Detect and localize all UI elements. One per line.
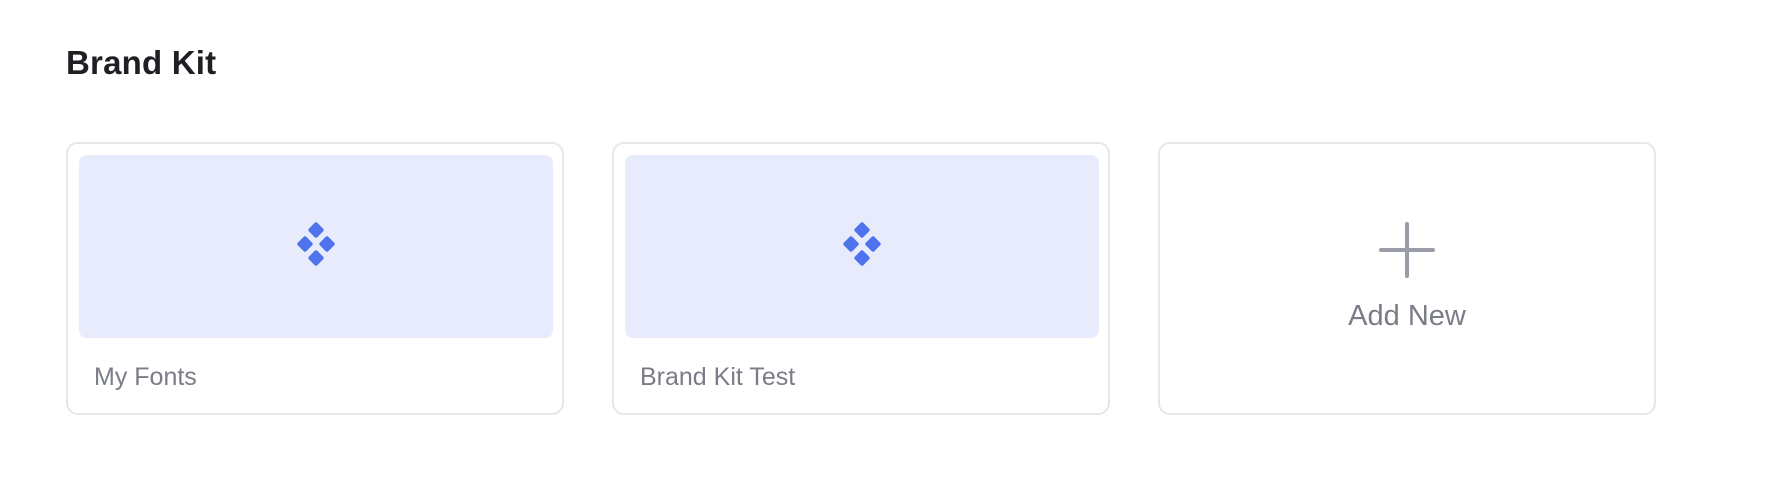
plus-icon [1378,221,1436,284]
brand-kit-page: Brand Kit My Fonts Brand Kit Test Add Ne… [0,0,1780,492]
brand-kit-card-brand-kit-test[interactable]: Brand Kit Test [612,142,1110,415]
add-new-card-button[interactable]: Add New [1158,142,1656,415]
card-label: My Fonts [94,363,197,391]
add-new-label: Add New [1348,299,1466,332]
card-thumbnail [625,155,1099,338]
diamond-grid-icon [839,221,885,272]
brand-kit-card-my-fonts[interactable]: My Fonts [66,142,564,415]
card-thumbnail [79,155,553,338]
section-title: Brand Kit [66,44,217,81]
diamond-grid-icon [293,221,339,272]
brand-kit-card-list: My Fonts Brand Kit Test Add New [66,142,1656,415]
card-label: Brand Kit Test [640,363,796,391]
